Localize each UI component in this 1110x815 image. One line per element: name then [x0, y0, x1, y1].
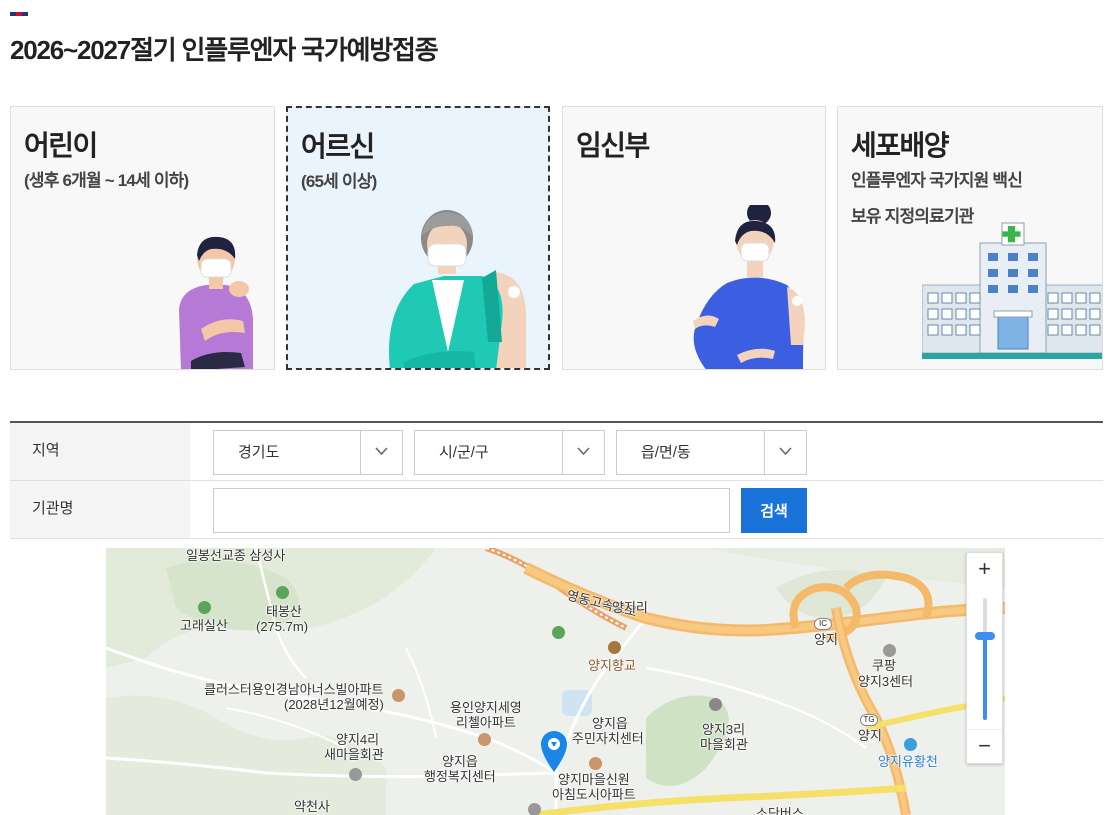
accent-segment — [22, 12, 28, 16]
zoom-out-button[interactable]: − — [967, 729, 1002, 763]
chevron-down-icon — [562, 431, 604, 474]
city-select[interactable]: 시/군/구 — [414, 430, 605, 475]
province-select[interactable]: 경기도 — [213, 430, 403, 475]
map[interactable]: 일봉선교종 삼성사 고래실산 태봉산 (275.7m) 영동고속도로 양지리 양… — [106, 548, 1005, 815]
village-hall-icon[interactable] — [709, 698, 722, 711]
map-label-ic-name: 양지 — [814, 632, 838, 647]
institution-label: 기관명 — [10, 481, 190, 538]
map-label-apartment2: 용인양지세영 — [450, 700, 522, 715]
category-cards: 어린이 (생후 6개월 ~ 14세 이하) 어르신 (65세 이상) 임신부 세… — [10, 106, 1103, 370]
zoom-control: + − — [966, 552, 1003, 764]
school-icon[interactable] — [608, 641, 621, 654]
mountain-icon[interactable] — [276, 586, 289, 599]
map-label-mountain-name: 태봉산 — [266, 604, 302, 619]
province-value: 경기도 — [238, 444, 280, 461]
tg-badge: TG — [860, 714, 878, 726]
logistics-icon[interactable] — [883, 644, 896, 657]
map-label-stream: 양지유황천 — [878, 754, 938, 769]
region-label: 지역 — [10, 423, 190, 480]
map-label-bottom: 소단버스 — [756, 806, 804, 815]
town-value: 읍/면/동 — [641, 444, 691, 461]
search-form: 지역 경기도 시/군/구 읍/면/동 기관명 검색 — [10, 421, 1103, 539]
map-label-hall4b: 새마을회관 — [324, 747, 384, 762]
card-title: 어린이 — [24, 130, 98, 161]
card-children[interactable]: 어린이 (생후 6개월 ~ 14세 이하) — [10, 106, 275, 370]
title-accent-bar — [10, 12, 28, 16]
bus-stop-icon[interactable] — [528, 803, 541, 815]
institution-row: 기관명 검색 — [10, 481, 1103, 539]
map-pin-icon[interactable] — [539, 730, 569, 772]
zoom-in-button[interactable]: + — [967, 553, 1002, 587]
institution-input[interactable] — [213, 488, 730, 533]
child-illustration — [179, 236, 253, 369]
ic-badge: IC — [814, 618, 832, 630]
zoom-slider-handle[interactable] — [975, 632, 995, 640]
card-title: 임신부 — [576, 130, 650, 161]
park-icon[interactable] — [552, 626, 565, 639]
map-label-office2: 양지읍 — [442, 754, 478, 769]
card-pregnant[interactable]: 임신부 — [562, 106, 826, 370]
map-label-hall3: 양지3리 — [702, 722, 746, 737]
map-label-hall3b: 마을회관 — [700, 737, 748, 752]
map-label-office: 양지읍 — [592, 716, 628, 731]
map-label-coupang: 쿠팡 — [872, 658, 896, 673]
map-label-apartment-note: (2028년12월예정) — [284, 697, 384, 712]
map-label-apartment: 클러스터용인경남아너스빌아파트 — [204, 682, 384, 697]
mountain-icon[interactable] — [198, 601, 211, 614]
hospital-illustration — [922, 222, 1102, 359]
city-value: 시/군/구 — [439, 444, 489, 461]
region-row: 지역 경기도 시/군/구 읍/면/동 — [10, 423, 1103, 481]
card-subtitle: (65세 이상) — [301, 172, 377, 191]
card-subtitle: (생후 6개월 ~ 14세 이하) — [24, 171, 189, 190]
map-label-temple: 일봉선교종 삼성사 — [186, 548, 286, 563]
map-label-mountain-height: (275.7m) — [256, 619, 309, 634]
map-label-village: 양지리 — [612, 600, 648, 615]
search-button[interactable]: 검색 — [741, 488, 807, 533]
map-label-tg-name: 양지 — [858, 728, 882, 743]
map-label-apartment2b: 리첼아파트 — [456, 715, 516, 730]
town-select[interactable]: 읍/면/동 — [616, 430, 807, 475]
pregnant-illustration — [693, 205, 805, 369]
map-label-office2b: 행정복지센터 — [424, 769, 496, 784]
map-label-apartment3: 양지마을신원 — [558, 772, 630, 787]
card-title: 어르신 — [301, 131, 375, 162]
map-label-apartment3b: 아침도시아파트 — [552, 787, 636, 802]
map-label-mountain: 고래실산 — [180, 618, 228, 633]
map-label-hall4: 양지4리 — [336, 732, 380, 747]
page-title: 2026~2027절기 인플루엔자 국가예방접종 — [10, 35, 439, 65]
map-label-pharmacy: 약천사 — [294, 799, 330, 814]
zoom-level-fill — [983, 638, 987, 720]
apartment-icon[interactable] — [392, 689, 405, 702]
map-label-office-b: 주민자치센터 — [572, 731, 644, 746]
card-cell-culture[interactable]: 세포배양 인플루엔자 국가지원 백신 보유 지정의료기관 — [837, 106, 1103, 370]
card-title: 세포배양 — [851, 130, 950, 161]
card-seniors[interactable]: 어르신 (65세 이상) — [286, 106, 550, 370]
apartment-icon[interactable] — [589, 757, 602, 770]
apartment-icon[interactable] — [478, 733, 491, 746]
map-label-coupang-center: 양지3센터 — [858, 674, 914, 689]
card-subtitle: 인플루엔자 국가지원 백신 — [851, 171, 1023, 190]
senior-illustration — [389, 210, 526, 368]
chevron-down-icon — [764, 431, 806, 474]
map-label-school: 양지향교 — [588, 658, 636, 673]
chevron-down-icon — [360, 431, 402, 474]
building-icon[interactable] — [349, 768, 362, 781]
stream-icon[interactable] — [904, 738, 917, 751]
